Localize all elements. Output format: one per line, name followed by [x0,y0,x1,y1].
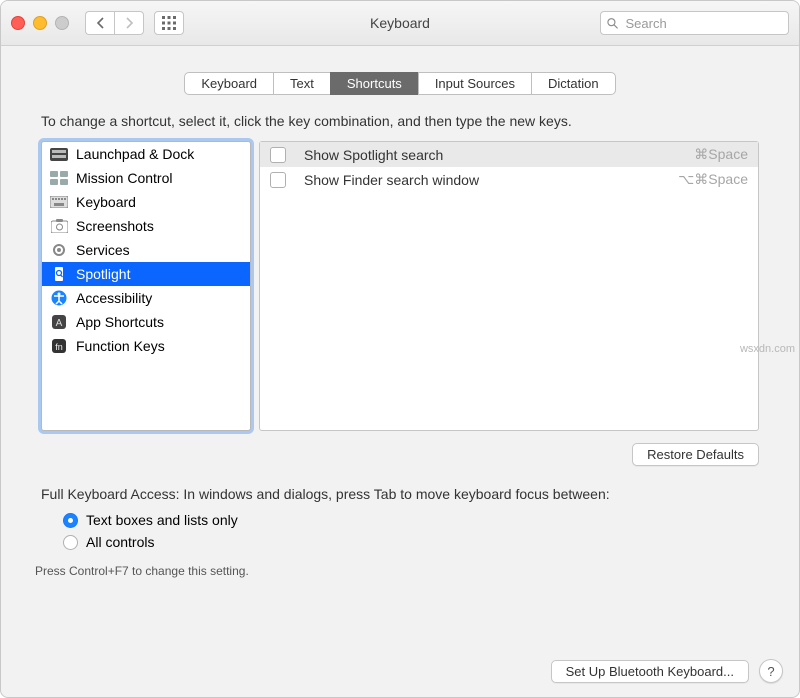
category-screenshots[interactable]: Screenshots [42,214,250,238]
show-all-button[interactable] [154,11,184,35]
shortcut-checkbox[interactable] [270,147,286,163]
window-controls [11,16,69,30]
radio-all-controls[interactable]: All controls [63,534,759,550]
chevron-left-icon [96,17,105,29]
restore-defaults-button[interactable]: Restore Defaults [632,443,759,466]
shortcut-checkbox[interactable] [270,172,286,188]
tab-keyboard[interactable]: Keyboard [184,72,274,95]
restore-row: Restore Defaults [41,443,759,466]
bottom-row: Set Up Bluetooth Keyboard... ? [551,659,783,683]
tab-text[interactable]: Text [273,72,331,95]
question-icon: ? [767,664,774,679]
search-icon [607,17,618,30]
shortcut-key[interactable]: ⌘Space [694,146,748,163]
category-services[interactable]: Services [42,238,250,262]
launchpad-icon [50,145,68,163]
svg-text:fn: fn [55,342,63,352]
full-keyboard-access-radios: Text boxes and lists only All controls [63,512,759,550]
category-label: Function Keys [76,338,165,354]
bluetooth-keyboard-button[interactable]: Set Up Bluetooth Keyboard... [551,660,749,683]
minimize-window-button[interactable] [33,16,47,30]
gear-icon [50,241,68,259]
zoom-window-button[interactable] [55,16,69,30]
shortcut-list[interactable]: Show Spotlight search ⌘Space Show Finder… [259,141,759,431]
keyboard-icon [50,193,68,211]
forward-button[interactable] [114,11,144,35]
category-label: Spotlight [76,266,130,282]
radio-button[interactable] [63,513,78,528]
category-label: App Shortcuts [76,314,164,330]
category-label: Accessibility [76,290,152,306]
category-label: Mission Control [76,170,172,186]
watermark: wsxdn.com [740,343,795,355]
radio-label: Text boxes and lists only [86,512,238,528]
radio-button[interactable] [63,535,78,550]
screenshots-icon [50,217,68,235]
nav-buttons [85,11,144,35]
app-shortcuts-icon: A [50,313,68,331]
spotlight-icon [50,265,68,283]
instruction-label: To change a shortcut, select it, click t… [41,113,759,129]
tab-shortcuts[interactable]: Shortcuts [330,72,419,95]
radio-label: All controls [86,534,154,550]
category-app-shortcuts[interactable]: A App Shortcuts [42,310,250,334]
category-spotlight[interactable]: Spotlight [42,262,250,286]
hint-label: Press Control+F7 to change this setting. [35,564,759,578]
help-button[interactable]: ? [759,659,783,683]
search-input[interactable] [623,15,782,32]
shortcut-name: Show Finder search window [304,172,678,188]
shortcut-key[interactable]: ⌥⌘Space [678,171,748,188]
panel-body: To change a shortcut, select it, click t… [1,113,799,578]
shortcut-name: Show Spotlight search [304,147,694,163]
close-window-button[interactable] [11,16,25,30]
tab-dictation[interactable]: Dictation [531,72,616,95]
radio-text-boxes[interactable]: Text boxes and lists only [63,512,759,528]
category-keyboard[interactable]: Keyboard [42,190,250,214]
grid-icon [162,16,176,30]
full-keyboard-access-label: Full Keyboard Access: In windows and dia… [41,486,759,502]
category-mission-control[interactable]: Mission Control [42,166,250,190]
keyboard-preferences-window: Keyboard Keyboard Text Shortcuts Input S… [0,0,800,698]
back-button[interactable] [85,11,114,35]
svg-text:A: A [56,318,63,329]
tab-input-sources[interactable]: Input Sources [418,72,532,95]
category-label: Screenshots [76,218,154,234]
category-label: Launchpad & Dock [76,146,194,162]
titlebar: Keyboard [1,1,799,46]
shortcut-row[interactable]: Show Spotlight search ⌘Space [260,142,758,167]
split-pane: Launchpad & Dock Mission Control Keyboar… [41,141,759,431]
category-label: Keyboard [76,194,136,210]
mission-control-icon [50,169,68,187]
tab-bar: Keyboard Text Shortcuts Input Sources Di… [1,72,799,95]
category-launchpad-dock[interactable]: Launchpad & Dock [42,142,250,166]
category-function-keys[interactable]: fn Function Keys [42,334,250,358]
search-field[interactable] [600,11,789,35]
accessibility-icon [50,289,68,307]
function-keys-icon: fn [50,337,68,355]
category-list[interactable]: Launchpad & Dock Mission Control Keyboar… [41,141,251,431]
shortcut-row[interactable]: Show Finder search window ⌥⌘Space [260,167,758,192]
category-label: Services [76,242,130,258]
chevron-right-icon [125,17,134,29]
category-accessibility[interactable]: Accessibility [42,286,250,310]
